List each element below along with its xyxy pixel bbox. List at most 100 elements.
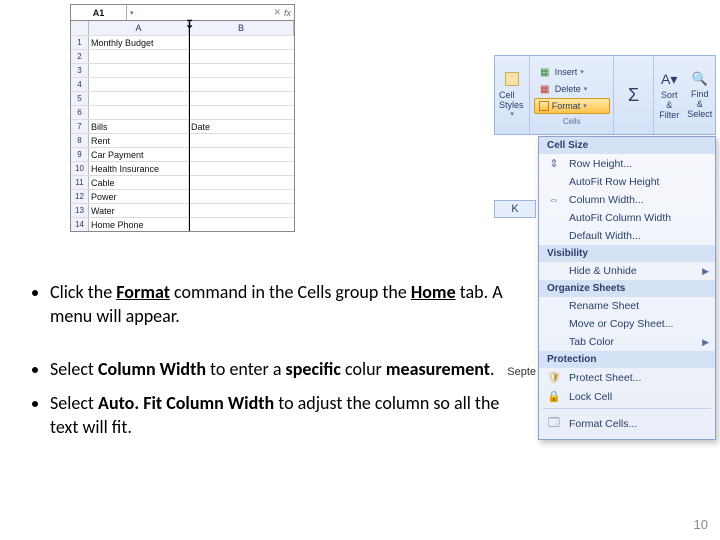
fx-icon[interactable]: fx [284,8,291,18]
sheet-row: 9Car Payment [71,147,294,161]
cell[interactable] [189,204,294,217]
submenu-arrow-icon: ▶ [702,337,709,348]
cell[interactable] [189,64,294,77]
chevron-down-icon: ▾ [130,9,134,17]
cell[interactable] [189,92,294,105]
chevron-down-icon: ▾ [580,68,584,76]
cell[interactable]: Date [189,120,294,133]
cell[interactable]: Monthly Budget [89,36,189,49]
cell[interactable]: Bills [89,120,189,133]
menu-section-visibility: Visibility [539,245,715,262]
bullet-2: Select Column Width to enter a specific … [50,357,508,381]
row-number[interactable]: 11 [71,176,89,189]
column-header-a[interactable]: A [89,21,189,35]
menu-default-width[interactable]: Default Width... [539,227,715,245]
row-number[interactable]: 12 [71,190,89,203]
menu-lock-cell[interactable]: 🔒 Lock Cell [539,387,715,406]
menu-autofit-column-width[interactable]: AutoFit Column Width [539,209,715,227]
menu-move-copy-sheet[interactable]: Move or Copy Sheet... [539,315,715,333]
sort-filter-button[interactable]: A▾ Sort & Filter [654,56,685,134]
format-dropdown-menu: Cell Size ⇕ Row Height... AutoFit Row He… [538,136,716,440]
row-number[interactable]: 10 [71,162,89,175]
cell[interactable]: Home Phone [89,218,189,231]
menu-hide-unhide[interactable]: Hide & Unhide ▶ [539,262,715,280]
find-select-button[interactable]: 🔍 Find & Select [684,56,715,134]
row-number[interactable]: 6 [71,106,89,119]
cell-styles-button[interactable]: Cell Styles ▾ [495,56,530,134]
sheet-row: 8Rent [71,133,294,147]
row-number[interactable]: 1 [71,36,89,49]
sigma-icon: Σ [628,85,639,106]
cell[interactable] [189,148,294,161]
menu-tab-color[interactable]: Tab Color ▶ [539,333,715,351]
find-icon: 🔍 [692,71,708,87]
menu-row-height[interactable]: ⇕ Row Height... [539,154,715,173]
protect-sheet-icon: 🛡 [545,371,563,384]
delete-icon: ▦ [538,82,552,96]
menu-autofit-row-height[interactable]: AutoFit Row Height [539,173,715,191]
cell[interactable] [189,50,294,63]
row-number[interactable]: 7 [71,120,89,133]
sheet-row: 6 [71,105,294,119]
select-all-box[interactable] [71,21,89,35]
sheet-row: 1Monthly Budget [71,35,294,49]
delete-button[interactable]: ▦ Delete▾ [534,81,610,97]
menu-section-organize-sheets: Organize Sheets [539,280,715,297]
bullet-3: Select Auto. Fit Column Width to adjust … [50,391,508,440]
cell[interactable] [189,134,294,147]
menu-format-cells[interactable]: 🗔 Format Cells... [539,411,715,436]
row-number[interactable]: 5 [71,92,89,105]
cell[interactable]: Cable [89,176,189,189]
menu-section-cell-size: Cell Size [539,137,715,154]
cell[interactable] [89,92,189,105]
cell[interactable] [189,218,294,231]
insert-icon: ▦ [538,65,552,79]
cell[interactable]: Rent [89,134,189,147]
cell[interactable] [189,78,294,91]
cell[interactable]: Car Payment [89,148,189,161]
insert-button[interactable]: ▦ Insert▾ [534,64,610,80]
lock-icon: 🔒 [545,390,563,403]
row-number[interactable]: 13 [71,204,89,217]
cell[interactable] [189,162,294,175]
column-header-k[interactable]: K [494,200,536,218]
name-box[interactable]: A1 [71,5,127,20]
menu-protect-sheet[interactable]: 🛡 Protect Sheet... [539,368,715,387]
formula-bar[interactable]: ▾ ✕ fx [127,5,294,20]
submenu-arrow-icon: ▶ [702,266,709,277]
row-number[interactable]: 14 [71,218,89,231]
chevron-down-icon: ▾ [584,85,588,93]
spreadsheet-snippet: A1 ▾ ✕ fx A B ↧ 1Monthly Budget234567Bil… [70,4,295,232]
ribbon-cells-group: Cell Styles ▾ ▦ Insert▾ ▦ Delete▾ Format… [494,55,716,135]
menu-section-protection: Protection [539,351,715,368]
cell[interactable] [89,64,189,77]
row-height-icon: ⇕ [545,157,563,170]
autosum-button[interactable]: Σ [614,56,654,134]
cancel-icon[interactable]: ✕ [273,7,281,18]
cell[interactable] [89,78,189,91]
cell[interactable] [189,176,294,189]
row-number[interactable]: 2 [71,50,89,63]
cell-styles-icon [505,72,519,86]
column-headers: A B ↧ [71,21,294,35]
cell[interactable] [189,36,294,49]
bullet-1: Click the Format command in the Cells gr… [50,280,508,329]
cell[interactable] [89,106,189,119]
row-number[interactable]: 8 [71,134,89,147]
cell[interactable]: Health Insurance [89,162,189,175]
sort-icon: A▾ [661,71,677,88]
cell[interactable] [89,50,189,63]
row-number[interactable]: 3 [71,64,89,77]
cell[interactable]: Water [89,204,189,217]
column-header-b[interactable]: B [189,21,294,35]
format-button[interactable]: Format▾ [534,98,610,114]
cell[interactable] [189,190,294,203]
instruction-text: Click the Format command in the Cells gr… [28,280,508,449]
menu-rename-sheet[interactable]: Rename Sheet [539,297,715,315]
cell[interactable]: Power [89,190,189,203]
sheet-row: 14Home Phone [71,217,294,231]
menu-column-width[interactable]: ⇔ Column Width... [539,191,715,209]
row-number[interactable]: 9 [71,148,89,161]
cell[interactable] [189,106,294,119]
row-number[interactable]: 4 [71,78,89,91]
